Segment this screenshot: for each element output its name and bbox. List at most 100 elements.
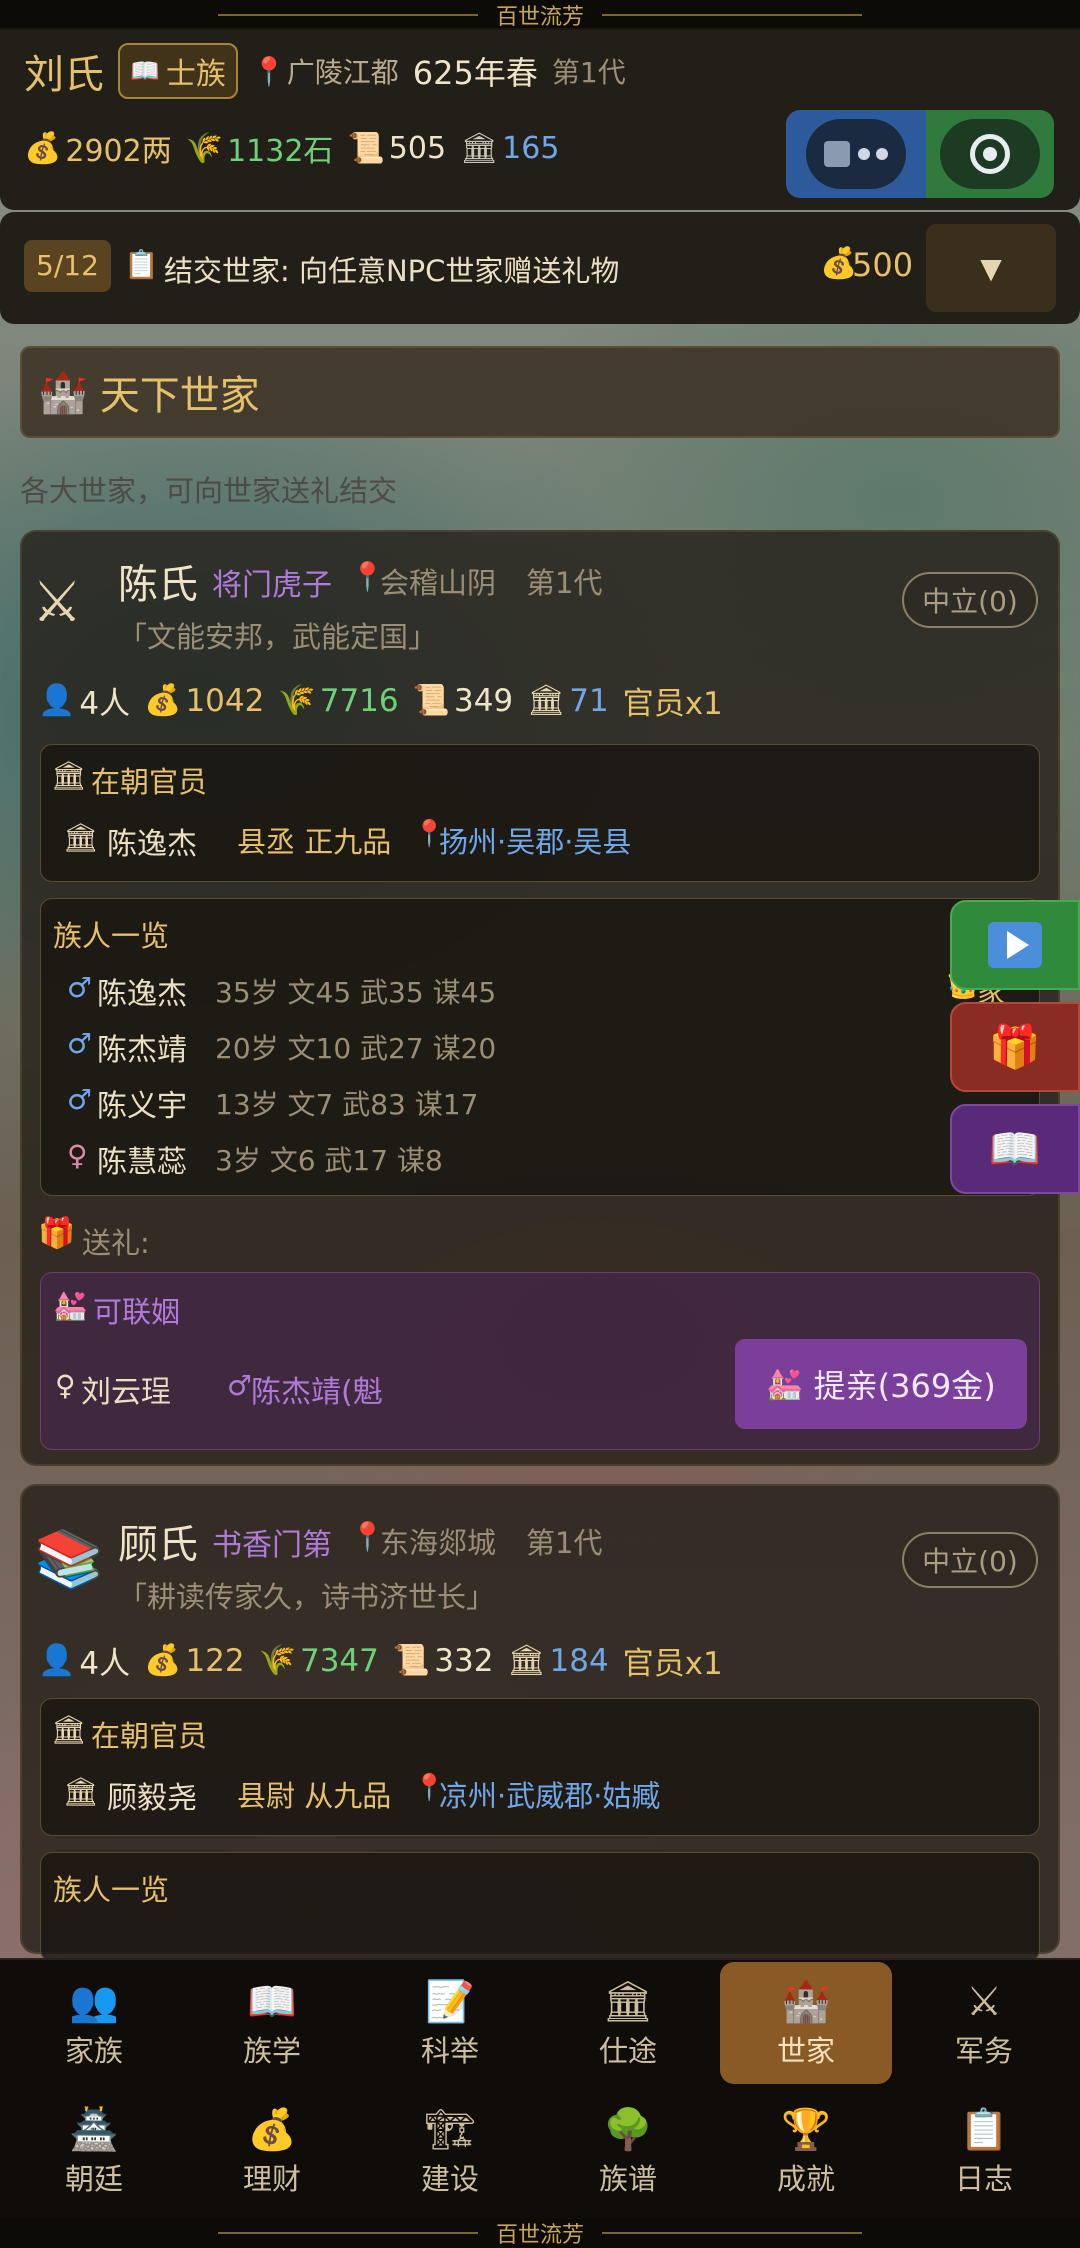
person-icon: 👤 [38,1643,76,1678]
temple-icon: 🏛 [51,759,87,792]
task-bar[interactable]: 5/12 📋 结交世家: 向任意NPC世家赠送礼物 💰 500 ▼ [0,212,1080,324]
nav-exam[interactable]: 📝 科举 [364,1962,536,2084]
temple-icon: 🏛 [63,1775,99,1808]
scroll-icon: 📜 [347,130,385,166]
nav-family[interactable]: 👥 家族 [8,1962,180,2084]
nav-label: 理财 [242,2162,301,2196]
book-icon: 📖 [247,1979,297,2025]
grain-stat: 🌾 7347 [259,1643,379,1679]
family-stats: 👤 4人 💰 1042 🌾 7716 📜 349 🏛 71 官员x1 [38,678,737,723]
member-info: 20岁 文10 武27 谋20 [215,1032,497,1065]
marriage-target[interactable]: 陈杰靖(魁 [251,1367,383,1411]
banner-line-right [602,14,862,16]
male-icon: ♂ [67,1083,93,1116]
member-row[interactable]: ♂ 陈义宇 13岁 文7 武83 谋17 [53,1079,1013,1127]
books-icon: 📚 [34,1527,104,1592]
gift-button[interactable]: 🎁 [950,1002,1080,1092]
nav-label: 军务 [954,2034,1013,2068]
temple-icon: 🏛 [51,1713,87,1746]
rank-badge: 📖 士族 [118,43,238,99]
save-icon [806,119,906,189]
record-button[interactable] [926,110,1054,198]
money-bag-icon: 💰 [144,683,182,718]
bottom-nav: 👥 家族 📖 族学 📝 科举 🏛 仕途 🏰 世家 ⚔ 军务 🏯 朝廷 💰 理财 🏗 建设 🌳 族谱 … [0,1958,1080,2220]
save-button[interactable] [786,110,926,198]
rank-label: 士族 [165,57,226,92]
nav-achievements[interactable]: 🏆 成就 [720,2090,892,2212]
play-button[interactable] [950,900,1080,990]
nav-career[interactable]: 🏛 仕途 [542,1962,714,2084]
nav-label: 仕途 [598,2034,657,2068]
task-expand-button[interactable]: ▼ [926,224,1056,312]
task-text: 结交世家: 向任意NPC世家赠送礼物 [164,254,620,288]
nav-label: 科举 [420,2034,479,2068]
codex-button[interactable]: 📖 [950,1104,1080,1194]
relation-badge[interactable]: 中立(0) [902,572,1038,628]
crossed-swords-icon: ⚔ [32,570,83,635]
official-name: 顾毅尧 [107,1781,197,1816]
books-value: 332 [434,1642,494,1679]
family-header: 刘氏 📖 士族 📍 广陵江都 625年春 第1代 💰 2902两 🌾 1132石 📜… [0,28,1080,210]
official-place[interactable]: 扬州·吴郡·吴县 [439,819,631,861]
propose-label: 提亲(369金) [813,1367,996,1405]
temple-icon: 🏛 [460,130,499,166]
nav-school[interactable]: 📖 族学 [186,1962,358,2084]
nav-build[interactable]: 🏗 建设 [364,2090,536,2212]
banner-line-right [602,2232,862,2234]
marriage-self[interactable]: 刘云珵 [81,1367,171,1411]
tree-icon: 🌳 [603,2107,653,2153]
grain-icon: 🌾 [278,683,316,718]
nav-finance[interactable]: 💰 理财 [186,2090,358,2212]
prestige-stat: 🏛 184 [507,1643,608,1679]
temple-icon: 🏛 [602,1979,654,2025]
grain-icon: 🌾 [185,130,224,166]
money-bag-icon: 💰 [24,130,62,166]
relation-badge[interactable]: 中立(0) [902,1532,1038,1588]
nav-court[interactable]: 🏯 朝廷 [8,2090,180,2212]
task-reward: 500 [852,246,914,284]
wedding-icon: 💒 [766,1366,804,1402]
temple-icon: 🏛 [527,683,566,718]
nav-log[interactable]: 📋 日志 [898,2090,1070,2212]
section-header: 🏰 天下世家 [20,346,1060,438]
official-name: 陈逸杰 [107,827,197,862]
family-generation: 第1代 [526,1526,603,1560]
book-icon: 📖 [988,1124,1042,1173]
nav-genealogy[interactable]: 🌳 族谱 [542,2090,714,2212]
money-value: 2902两 [65,134,172,169]
people-value: 4人 [79,1646,131,1682]
member-row[interactable]: ♂ 陈逸杰 35岁 文45 武35 谋45 👑 家主 [53,967,1013,1049]
family-card-gu: 📚 顾氏 书香门第 📍 东海郯城 第1代 「耕读传家久，诗书济世长」 中立(0)… [20,1484,1060,1962]
nav-military[interactable]: ⚔ 军务 [898,1962,1070,2084]
grain-stat: 🌾 1132石 [186,126,334,170]
propose-marriage-button[interactable]: 💒 提亲(369金) [735,1339,1027,1429]
prestige-value: 165 [502,130,560,166]
nav-label: 族谱 [598,2162,657,2196]
location-pin-icon: 📍 [251,54,287,88]
officials-count: 官员x1 [622,1646,723,1682]
money-stat: 💰 2902两 [24,126,172,170]
family-trait: 书香门第 [212,1528,332,1563]
nav-label: 世家 [776,2034,835,2068]
people-icon: 👥 [69,1979,119,2025]
member-name: 陈义宇 [97,1089,187,1124]
official-place[interactable]: 凉州·武威郡·姑臧 [439,1773,660,1815]
play-icon [988,922,1042,968]
nav-clans[interactable]: 🏰 世家 [720,1962,892,2084]
officials-title: 在朝官员 [91,1719,208,1753]
member-row[interactable]: ♀ 陈慧蕊 3岁 文6 武17 谋8 [53,1135,1013,1183]
home-location: 广陵江都 [286,56,399,89]
gift-icon: 🎁 [988,1022,1042,1071]
family-card-name: 顾氏 [118,1522,198,1568]
member-row[interactable]: ♂ 陈杰靖 20岁 文10 武27 谋20 [53,1023,1013,1071]
female-icon: ♀ [67,1139,88,1172]
marriage-title: 可联姻 [93,1295,181,1329]
nav-label: 日志 [954,2162,1013,2196]
member-name: 陈逸杰 [97,977,187,1012]
officials-panel: 🏛 在朝官员 🏛 顾毅尧 县尉 从九品 📍 凉州·武威郡·姑臧 [40,1698,1040,1836]
books-stat: 📜 332 [393,1643,494,1679]
nav-label: 成就 [776,2162,835,2196]
task-progress: 5/12 [24,240,111,292]
books-value: 505 [388,130,447,166]
members-panel: 族人一览 ♂ 陈逸杰 35岁 文45 武35 谋45 👑 家主 ♂ 陈杰靖 20… [40,898,1040,1196]
